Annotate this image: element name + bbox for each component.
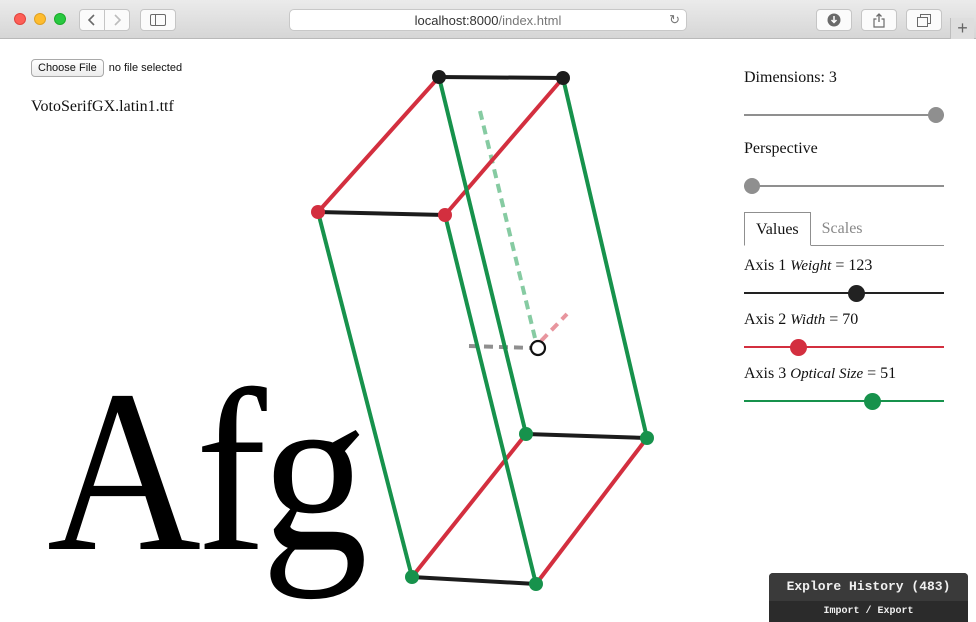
panel-tabs: Values Scales: [744, 212, 944, 246]
cube-edge-black: [411, 575, 537, 586]
tab-scales[interactable]: Scales: [811, 212, 874, 246]
close-window-button[interactable]: [14, 13, 26, 25]
cube-edge-black: [525, 432, 648, 440]
cube-edge-red: [410, 432, 528, 579]
show-tabs-button[interactable]: [906, 9, 942, 31]
zoom-window-button[interactable]: [54, 13, 66, 25]
tabs-overview-icon: [917, 13, 931, 27]
cube-edge-black: [317, 210, 446, 217]
cube-vertex[interactable]: [556, 71, 570, 85]
cube-edge-red: [316, 75, 441, 214]
dimensions-label: Dimensions: 3: [744, 69, 837, 86]
share-icon: [873, 12, 885, 28]
sidebar-toggle-button[interactable]: [140, 9, 176, 31]
url-path: /index.html: [498, 12, 562, 28]
axis-slider-thumb[interactable]: [864, 393, 881, 410]
cube-edge-green: [561, 77, 649, 439]
downloads-button[interactable]: [816, 9, 852, 31]
cube-vertex[interactable]: [640, 431, 654, 445]
explore-history[interactable]: Explore History (483) Import / Export: [769, 573, 968, 622]
new-tab-button[interactable]: +: [950, 18, 974, 39]
axis-slider-thumb[interactable]: [790, 339, 807, 356]
cube-vertex[interactable]: [311, 205, 325, 219]
dimensions-slider[interactable]: [744, 105, 944, 125]
tab-values[interactable]: Values: [744, 212, 811, 246]
cube-edge-red: [534, 436, 649, 586]
axis-name: Optical Size: [790, 366, 864, 382]
download-icon: [827, 13, 841, 27]
axis-value: = 70: [829, 311, 859, 328]
axis-prefix: Axis 1: [744, 257, 787, 274]
axis-prefix: Axis 3: [744, 365, 787, 382]
cube-edge-green: [443, 214, 538, 585]
forward-button[interactable]: [104, 9, 130, 31]
perspective-slider-thumb[interactable]: [744, 178, 760, 194]
axis-prefix: Axis 2: [744, 311, 787, 328]
import-export-link[interactable]: Import / Export: [769, 601, 968, 622]
axis-slider-track: [744, 346, 944, 348]
design-space-cube[interactable]: [0, 39, 740, 622]
perspective-slider-track: [744, 185, 944, 187]
back-button[interactable]: [79, 9, 105, 31]
axis-width: Axis 2 Width = 70: [744, 310, 944, 357]
axis-label: Axis 3 Optical Size = 51: [744, 364, 944, 384]
dimensions-slider-track: [744, 114, 944, 116]
axis-label: Axis 1 Weight = 123: [744, 256, 944, 276]
axis-slider[interactable]: [744, 283, 944, 303]
axis-value: = 123: [835, 257, 873, 274]
cube-vertex[interactable]: [519, 427, 533, 441]
width-dashed-axis: [539, 312, 569, 343]
minimize-window-button[interactable]: [34, 13, 46, 25]
cube-vertex[interactable]: [405, 570, 419, 584]
cube-edge-green: [437, 76, 528, 435]
axis-slider[interactable]: [744, 337, 944, 357]
cube-vertex[interactable]: [432, 70, 446, 84]
history-title[interactable]: Explore History (483): [769, 573, 968, 601]
cube-vertex[interactable]: [529, 577, 543, 591]
axis-slider-track: [744, 400, 944, 402]
cube-edge-black: [438, 75, 564, 80]
cube-edge-green: [316, 211, 414, 578]
plus-icon: +: [957, 18, 968, 38]
axis-weight: Axis 1 Weight = 123: [744, 256, 944, 303]
axis-name: Width: [790, 312, 826, 328]
axis-value: = 51: [867, 365, 897, 382]
perspective-label: Perspective: [744, 140, 818, 157]
axis-name: Weight: [790, 258, 832, 274]
controls-panel: Dimensions: 3 Perspective Values Scales …: [744, 68, 944, 420]
browser-toolbar: localhost:8000/index.html ↻ +: [0, 0, 976, 39]
dimensions-slider-thumb[interactable]: [928, 107, 944, 123]
chevron-left-icon: [87, 14, 95, 26]
url-host: localhost:8000: [414, 12, 499, 28]
axis-slider-track: [744, 292, 944, 294]
current-location-marker[interactable]: [529, 339, 547, 357]
share-button[interactable]: [861, 9, 897, 31]
axis-optical-size: Axis 3 Optical Size = 51: [744, 364, 944, 411]
reload-icon[interactable]: ↻: [669, 12, 680, 28]
chevron-right-icon: [114, 14, 122, 26]
sidebar-icon: [150, 14, 166, 26]
cube-edge-red: [443, 76, 565, 217]
perspective-slider[interactable]: [744, 176, 944, 196]
axis-slider-thumb[interactable]: [848, 285, 865, 302]
cube-vertex[interactable]: [438, 208, 452, 222]
axis-slider[interactable]: [744, 391, 944, 411]
address-bar[interactable]: localhost:8000/index.html ↻: [289, 9, 687, 31]
axis-label: Axis 2 Width = 70: [744, 310, 944, 330]
